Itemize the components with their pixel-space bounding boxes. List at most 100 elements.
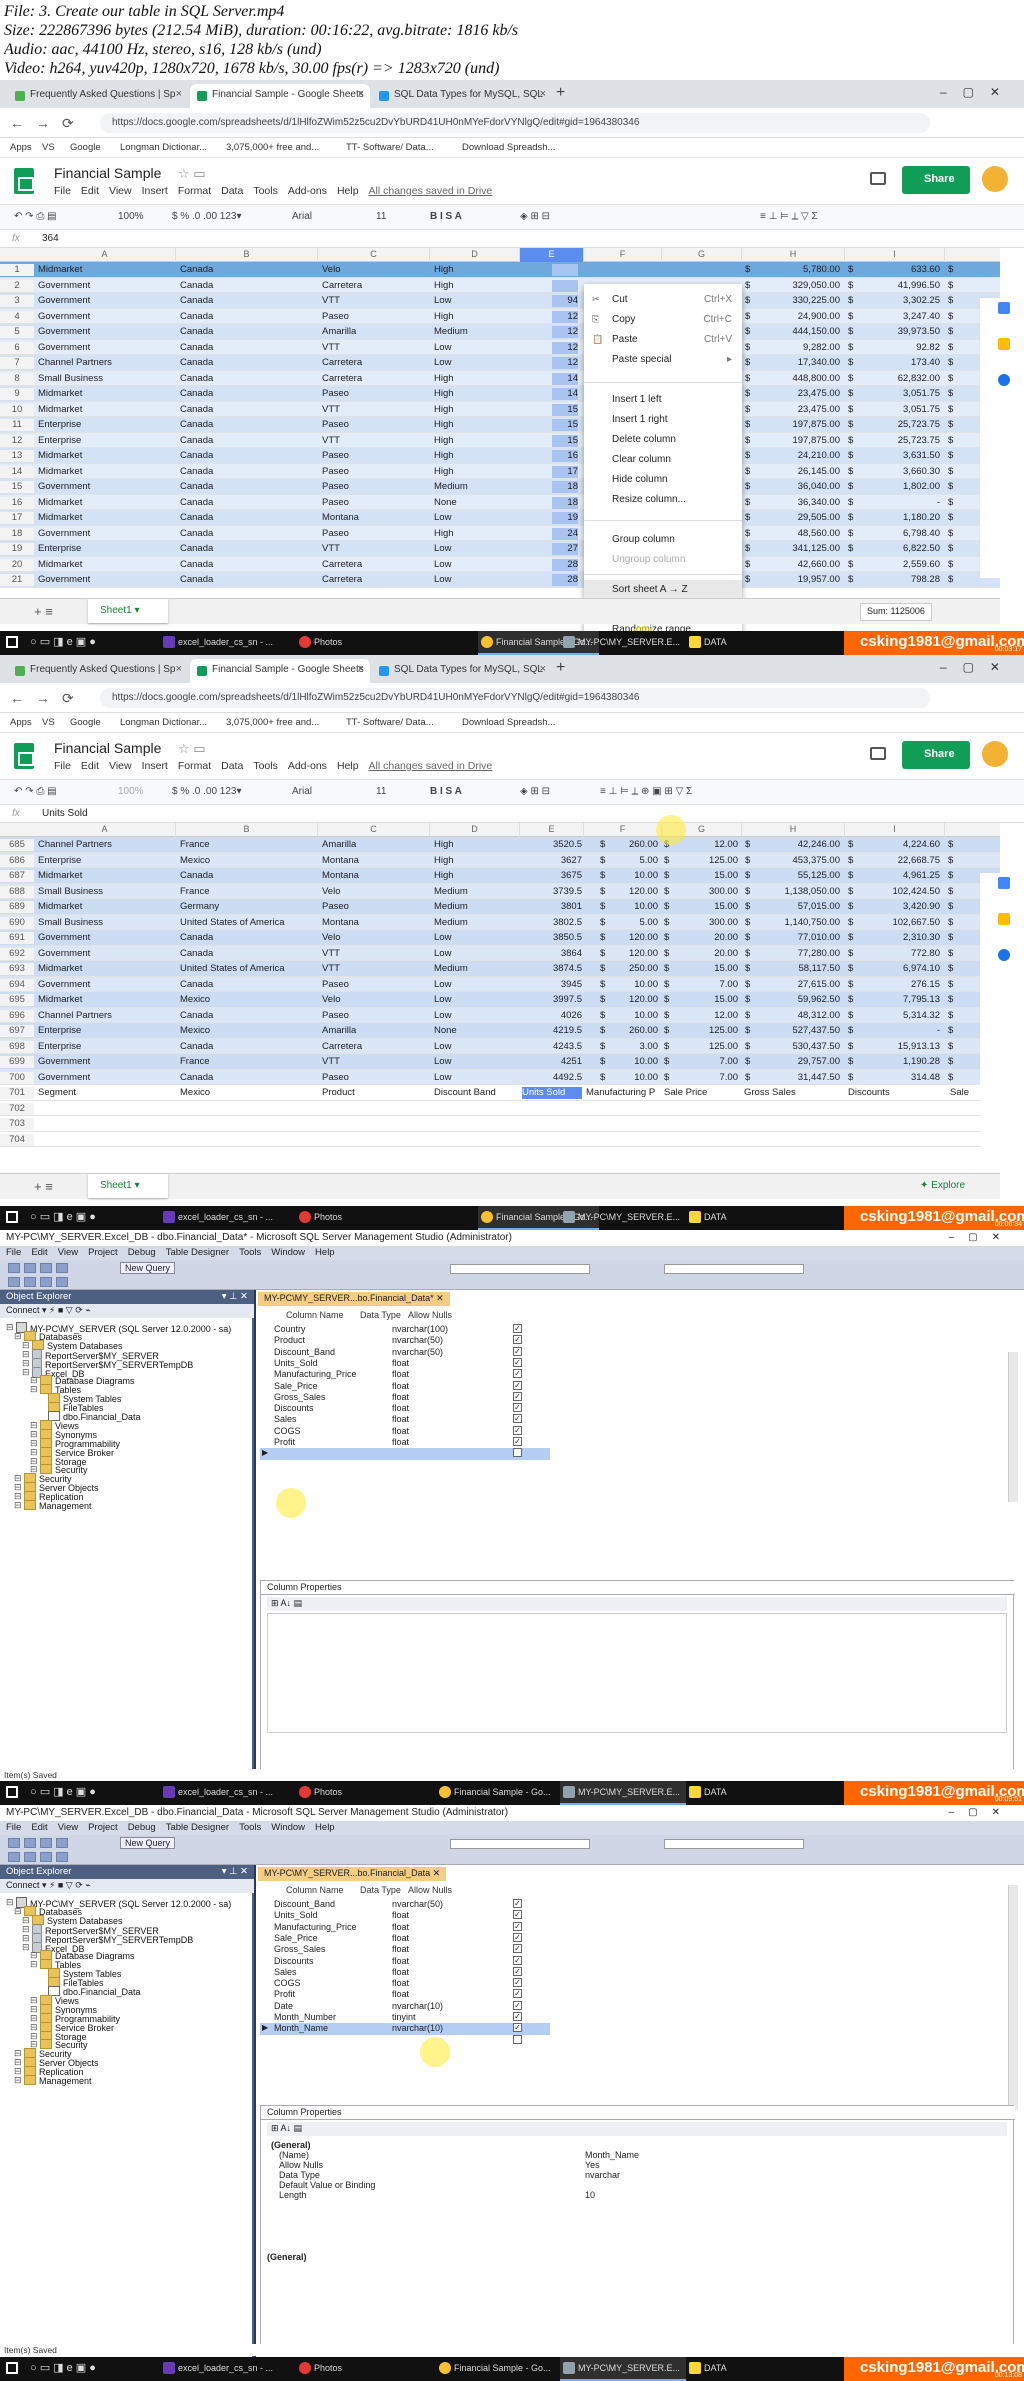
text-format-icon[interactable]: B I S A [430, 786, 462, 797]
toolbar-icon[interactable] [40, 1852, 52, 1862]
cell-sale-price[interactable]: 300.00 [682, 917, 738, 929]
window-controls[interactable]: –▢✕ [949, 1232, 1014, 1243]
new-column-row[interactable]: ▶ [260, 1448, 550, 1460]
column-name[interactable]: Discount_Band [274, 1899, 354, 1909]
cell[interactable]: Channel Partners [38, 839, 174, 851]
browser-tab-faq[interactable]: Frequently Asked Questions | Sp × [8, 659, 188, 683]
cell[interactable]: Low [434, 357, 554, 369]
cell[interactable]: Canada [180, 932, 316, 944]
cell[interactable]: 28 [552, 574, 578, 586]
allow-nulls-checkbox[interactable]: ✓ [513, 2012, 522, 2021]
column-row[interactable]: Discounts float ✓ [260, 1403, 550, 1415]
table-row[interactable]: 685 Channel Partners France Amarilla High 352… [0, 837, 1000, 853]
cell[interactable]: Government [38, 1056, 174, 1068]
table-row[interactable]: 16 Midmarket Canada Paseo None 18 36,340.00 $ - $… [0, 494, 1000, 510]
cell[interactable]: 17 [552, 465, 578, 478]
cell-discounts[interactable]: 3,631.50 [860, 450, 940, 462]
row-number[interactable]: 19 [0, 543, 34, 555]
menu-format[interactable]: Format [178, 185, 211, 197]
cell[interactable]: Government [38, 280, 158, 292]
column-row[interactable]: Profit float ✓ [260, 1989, 550, 2001]
data-type[interactable]: tinyint [392, 2012, 482, 2022]
column-row[interactable]: Discounts float ✓ [260, 1955, 550, 1968]
cell-sale-price[interactable]: 7.00 [682, 979, 739, 991]
row-number[interactable]: 697 [0, 1025, 34, 1037]
cell[interactable]: Low [434, 342, 554, 354]
cell-gross-sales[interactable]: 29,757.00 [760, 1056, 840, 1068]
column-name[interactable]: Units_Sold [274, 1910, 354, 1920]
menu-view[interactable]: View [58, 1247, 78, 1258]
cell[interactable]: Canada [180, 450, 300, 462]
context-menu-item-sort-sheet-a-z[interactable]: Sort sheet A → Z [612, 584, 688, 595]
cell-discounts[interactable] [860, 1103, 940, 1115]
cell-discounts[interactable]: 2,310.30 [860, 932, 940, 944]
cell-sale-price[interactable]: 7.00 [682, 1072, 739, 1084]
cell-sale-price[interactable]: 15.00 [682, 870, 738, 882]
cell[interactable]: United States of America [180, 917, 316, 929]
cell-sale-price[interactable]: 20.00 [682, 932, 738, 944]
allow-nulls-checkbox[interactable] [513, 1448, 522, 1458]
cell[interactable]: High [434, 388, 554, 400]
property-value[interactable]: Yes [585, 2160, 600, 2170]
cell[interactable]: 14 [552, 388, 578, 400]
new-column-row[interactable] [260, 2034, 550, 2047]
menu-help[interactable]: Help [337, 760, 359, 772]
menu-project[interactable]: Project [88, 1822, 118, 1833]
comment-icon[interactable] [870, 747, 886, 760]
context-menu-item-paste[interactable]: Paste [612, 334, 638, 345]
cell[interactable]: High [434, 264, 554, 276]
menu-file[interactable]: File [54, 760, 71, 772]
table-row[interactable]: 693 Midmarket United States of America VTT M… [0, 961, 1000, 977]
cell-gross-sales[interactable]: 36,040.00 [760, 481, 840, 493]
column-row[interactable]: Profit float ✓ [260, 1437, 550, 1449]
column-row[interactable]: Date nvarchar(10) ✓ [260, 2000, 550, 2013]
cell[interactable]: Paseo [322, 497, 442, 509]
menu-view[interactable]: View [58, 1822, 78, 1833]
cell-sale-price[interactable]: 125.00 [682, 855, 738, 867]
cell[interactable]: None [434, 497, 554, 509]
row-selector[interactable]: ▶ [262, 2023, 268, 2032]
column-header-d[interactable]: D [430, 248, 520, 262]
taskbar-ssms[interactable]: MY-PC\MY_SERVER.E... [560, 1206, 686, 1230]
cell[interactable]: Canada [180, 357, 300, 369]
data-type[interactable]: float [392, 1403, 482, 1413]
cell[interactable]: Government [38, 342, 158, 354]
table-row[interactable]: 702 [0, 1100, 1000, 1116]
cell-units-sold[interactable] [522, 1118, 582, 1130]
cell[interactable] [38, 1103, 174, 1115]
cell-gross-sales[interactable]: 1,138,050.00 [760, 886, 840, 898]
column-row[interactable]: Product nvarchar(50) ✓ [260, 1335, 550, 1347]
data-type[interactable]: nvarchar(10) [392, 2001, 482, 2011]
property-value[interactable]: nvarchar [585, 2170, 620, 2180]
save-icon[interactable] [40, 1263, 52, 1273]
cell-gross-sales[interactable]: 57,015.00 [760, 901, 840, 913]
cell-gross-sales[interactable]: 197,875.00 [760, 435, 840, 447]
cell[interactable]: Canada [180, 280, 300, 292]
taskbar-ssms[interactable]: MY-PC\MY_SERVER.E... [560, 2357, 687, 2381]
cell-units-sold[interactable]: 3850.5 [522, 932, 582, 944]
taskbar-photos[interactable]: Photos [296, 1781, 348, 1805]
star-icon[interactable]: ☆ ▭ [178, 166, 206, 182]
bookmark-google[interactable]: Google [70, 717, 101, 728]
row-number[interactable]: 16 [0, 496, 34, 509]
cell[interactable]: High [434, 311, 554, 323]
cell[interactable]: Low [434, 559, 554, 571]
add-sheet-icon[interactable]: + ≡ [34, 604, 53, 619]
column-name[interactable]: Sale_Price [274, 1381, 354, 1391]
save-all-icon[interactable] [56, 1838, 68, 1848]
menu-view[interactable]: View [109, 185, 132, 197]
menu-edit[interactable]: Edit [31, 1247, 47, 1258]
cell-manufacturing-price[interactable]: 3.00 [608, 1041, 659, 1053]
cell-units-sold[interactable]: 4243.5 [522, 1041, 582, 1053]
column-header-h[interactable]: H [742, 248, 845, 262]
taskbar-sheets[interactable]: Financial Sample - Go... [436, 2357, 557, 2381]
cell-manufacturing-price[interactable]: 5.00 [608, 917, 659, 929]
database-select[interactable] [450, 1264, 590, 1274]
cell-discounts[interactable]: 4,961.25 [860, 870, 940, 882]
column-row[interactable]: Gross_Sales float ✓ [260, 1944, 550, 1956]
share-button[interactable]: Share [902, 741, 970, 769]
allow-nulls-checkbox[interactable]: ✓ [513, 1921, 522, 1931]
vertical-scrollbar[interactable] [1008, 1352, 1018, 1502]
allow-nulls-checkbox[interactable]: ✓ [513, 1324, 522, 1333]
taskbar-data[interactable]: DATA [686, 2357, 733, 2381]
